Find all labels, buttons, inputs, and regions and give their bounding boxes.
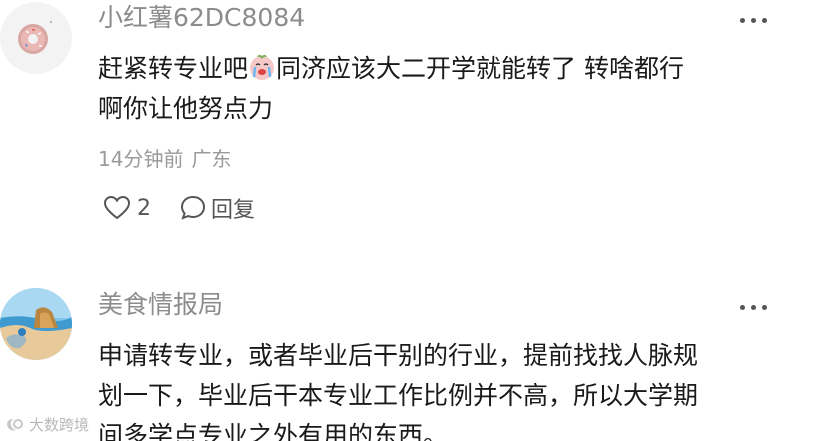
more-options-icon[interactable] [738, 16, 770, 26]
comment-line: 啊你让他努点力 [98, 94, 274, 123]
like-button[interactable]: 2 [103, 195, 151, 221]
comment-line: 申请转专业，或者毕业后干别的行业，提前找找人脉规 [98, 341, 699, 370]
avatar[interactable] [0, 2, 72, 74]
comment-text: 同济应该大二开学就能转了 转啥都行 [276, 54, 684, 83]
heart-icon [103, 195, 131, 220]
username[interactable]: 美食情报局 [98, 292, 223, 317]
comment-line: 划一下，毕业后干本专业工作比例并不高，所以大学期 [98, 381, 699, 410]
watermark-text: 大数跨境 [29, 416, 90, 434]
reply-button[interactable]: 回复 [179, 192, 255, 224]
comment-actions: 2 回复 [103, 193, 255, 223]
like-count: 2 [137, 195, 151, 221]
comment-meta: 14分钟前 广东 [98, 149, 231, 169]
avatar[interactable] [0, 288, 72, 360]
comment-text: 赶紧转专业吧 [98, 54, 249, 83]
beach-photo-avatar-icon [0, 288, 72, 360]
watermark: 大数跨境 [3, 414, 89, 435]
comment-list: 小红薯62DC8084 赶紧转专业吧 同济应该大二开学就能转了 转啥都行 啊你让… [0, 0, 818, 441]
comment-bubble-icon [180, 195, 206, 220]
comment-content: 赶紧转专业吧 同济应该大二开学就能转了 转啥都行 啊你让他努点力 [98, 49, 788, 129]
comment-location: 广东 [191, 147, 232, 171]
more-options-icon[interactable] [738, 303, 770, 313]
logo-mark-icon [7, 418, 23, 430]
comment-time: 14分钟前 [98, 147, 184, 171]
comment-line: 间多学点专业之外有用的东西。 [98, 421, 449, 441]
donut-icon [0, 2, 72, 74]
reply-label: 回复 [211, 198, 256, 223]
username[interactable]: 小红薯62DC8084 [98, 5, 305, 30]
comment-line: 赶紧转专业吧 同济应该大二开学就能转了 转啥都行 [98, 49, 788, 89]
crying-face-emoji-icon [248, 53, 276, 81]
comment-content: 申请转专业，或者毕业后干别的行业，提前找找人脉规 划一下，毕业后干本专业工作比例… [98, 336, 788, 441]
